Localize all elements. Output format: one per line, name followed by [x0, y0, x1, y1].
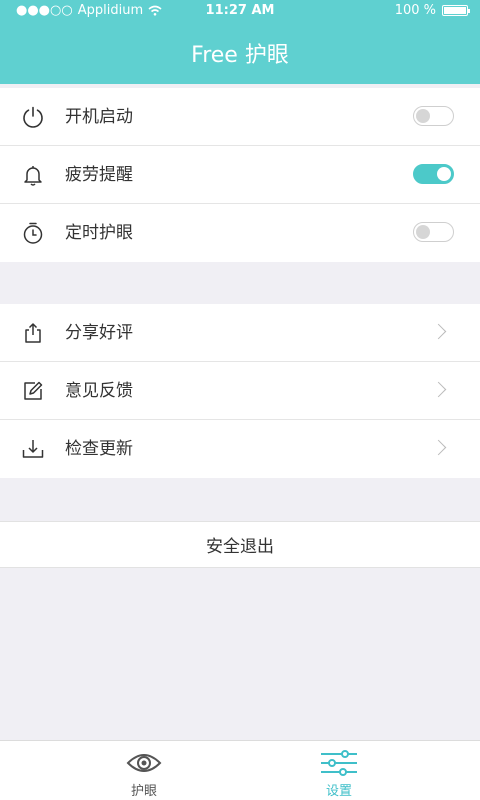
edit-icon	[24, 381, 43, 400]
battery-icon	[442, 5, 470, 16]
setting-row-autostart: 开机启动	[0, 88, 480, 146]
logout-label: 安全退出	[206, 537, 274, 557]
setting-row-feedback[interactable]: 意见反馈	[0, 362, 480, 420]
status-bar: ●●●○○ Applidium 11:27 AM 100 %	[0, 0, 480, 22]
setting-row-share[interactable]: 分享好评	[0, 304, 480, 362]
toggle-knob	[437, 166, 451, 181]
setting-row-check-update[interactable]: 检查更新	[0, 420, 480, 478]
setting-label-share: 分享好评	[65, 323, 133, 343]
tab-label: 设置	[325, 784, 352, 799]
setting-label-fatigue-reminder: 疲劳提醒	[65, 165, 133, 185]
bell-icon	[24, 166, 42, 186]
fatigue-reminder-toggle[interactable]	[413, 164, 454, 184]
toggle-knob	[416, 108, 430, 123]
timer-icon	[23, 222, 43, 244]
chevron-right-icon	[430, 323, 447, 340]
setting-row-fatigue-reminder: 疲劳提醒	[0, 146, 480, 204]
download-icon	[22, 440, 44, 458]
timed-eye-care-toggle[interactable]	[413, 222, 454, 242]
power-icon	[23, 106, 43, 128]
nav-bar: Free 护眼	[0, 22, 480, 84]
status-right: 100 %	[394, 3, 470, 18]
setting-row-timed-eye-care: 定时护眼	[0, 204, 480, 262]
toggle-settings-group: 开机启动 疲劳提醒 定时护眼	[0, 88, 480, 262]
sliders-icon	[321, 750, 357, 776]
link-settings-group: 分享好评 意见反馈 检查更新	[0, 304, 480, 478]
battery-percent: 100 %	[394, 3, 436, 18]
eye-icon	[126, 754, 162, 772]
setting-label-feedback: 意见反馈	[65, 381, 133, 401]
setting-label-check-update: 检查更新	[65, 439, 133, 459]
page-title: Free 护眼	[191, 43, 289, 68]
toggle-knob	[416, 224, 430, 239]
setting-label-autostart: 开机启动	[65, 107, 133, 127]
chevron-right-icon	[430, 381, 447, 398]
tab-settings[interactable]: 设置	[219, 741, 459, 800]
setting-label-timed-eye-care: 定时护眼	[65, 223, 133, 243]
share-icon	[25, 323, 41, 343]
tab-bar: 护眼 设置	[0, 740, 480, 800]
logout-button[interactable]: 安全退出	[0, 521, 480, 568]
chevron-right-icon	[430, 439, 447, 456]
autostart-toggle[interactable]	[413, 106, 454, 126]
